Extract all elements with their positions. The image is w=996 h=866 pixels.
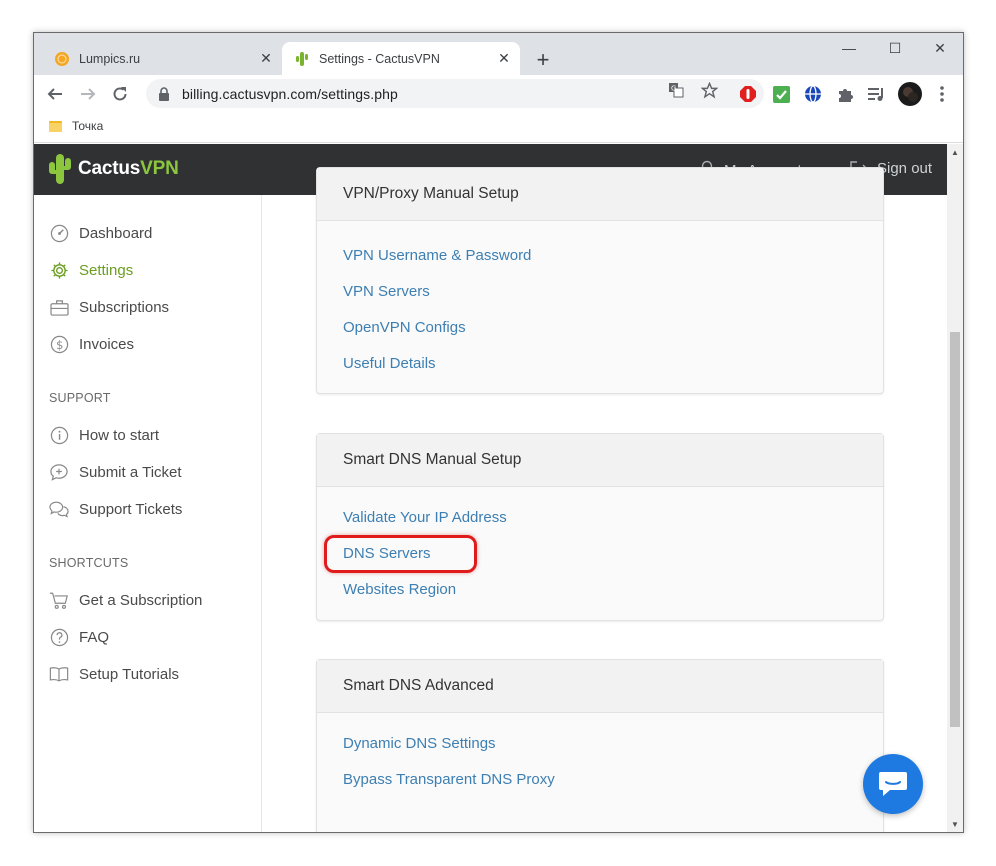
scroll-up-icon[interactable]: ▲	[947, 144, 963, 160]
link-vpn-servers[interactable]: VPN Servers	[343, 283, 430, 300]
svg-text:G: G	[671, 85, 676, 93]
close-window-button[interactable]: ✕	[917, 33, 963, 63]
sidebar-item-how-to-start[interactable]: How to start	[49, 425, 159, 445]
link-validate-ip[interactable]: Validate Your IP Address	[343, 509, 507, 526]
minimize-button[interactable]: —	[826, 33, 872, 63]
puzzle-icon[interactable]	[836, 85, 854, 103]
arrow-right-icon	[81, 88, 96, 100]
chat-plus-icon	[49, 462, 69, 482]
checkbox-extension-icon[interactable]	[772, 85, 790, 103]
sidebar-item-label: Settings	[79, 261, 134, 279]
star-icon[interactable]	[700, 81, 718, 99]
brand-name-part1: Cactus	[78, 158, 141, 179]
bookmark-label: Точка	[72, 119, 104, 133]
page-viewport: CactusVPN My Account ▼ Sign out Dashboar…	[34, 144, 947, 832]
browser-window: Lumpics.ru ✕ Settings - CactusVPN ✕ + — …	[33, 32, 964, 833]
sign-out-label: Sign out	[877, 160, 933, 177]
scrollbar-thumb[interactable]	[950, 332, 960, 727]
tab-close-icon[interactable]: ✕	[494, 49, 514, 69]
avatar[interactable]	[898, 82, 922, 106]
main-content: VPN/Proxy Manual Setup VPN Username & Pa…	[262, 167, 947, 832]
sidebar-heading-shortcuts: SHORTCUTS	[49, 556, 129, 570]
tab-strip: Lumpics.ru ✕ Settings - CactusVPN ✕ + — …	[34, 33, 963, 75]
bookmarks-bar: Точка	[34, 113, 963, 143]
kebab-menu-icon[interactable]	[933, 85, 951, 103]
card-title: Smart DNS Manual Setup	[317, 434, 883, 487]
tab-close-icon[interactable]: ✕	[256, 49, 276, 69]
chat-bubble-icon	[879, 772, 907, 796]
maximize-button[interactable]: ☐	[872, 33, 918, 63]
briefcase-icon	[49, 297, 69, 317]
link-dynamic-dns-settings[interactable]: Dynamic DNS Settings	[343, 735, 496, 752]
sidebar-item-faq[interactable]: FAQ	[49, 627, 109, 647]
sidebar-item-label: FAQ	[79, 628, 110, 646]
tab-title: Lumpics.ru	[79, 51, 141, 66]
sidebar-item-dashboard[interactable]: Dashboard	[49, 223, 152, 243]
sidebar-item-invoices[interactable]: $ Invoices	[49, 334, 134, 354]
tab-settings-cactusvpn[interactable]: Settings - CactusVPN ✕	[282, 42, 520, 75]
tab-lumpics[interactable]: Lumpics.ru ✕	[42, 42, 282, 75]
chat-button[interactable]	[863, 754, 923, 814]
sidebar-item-label: Subscriptions	[79, 298, 170, 316]
arrow-left-icon	[47, 88, 62, 100]
sidebar-item-label: Invoices	[79, 335, 135, 353]
sidebar-item-label: How to start	[79, 426, 160, 444]
reload-icon	[113, 87, 127, 101]
cart-icon	[49, 590, 69, 610]
tab-title: Settings - CactusVPN	[319, 51, 440, 66]
question-icon	[49, 627, 69, 647]
sidebar-item-submit-ticket[interactable]: Submit a Ticket	[49, 462, 182, 482]
translate-icon[interactable]: G	[667, 81, 685, 99]
sidebar-heading-support: SUPPORT	[49, 391, 111, 405]
info-icon	[49, 425, 69, 445]
media-queue-icon[interactable]	[868, 85, 886, 103]
sidebar-item-settings[interactable]: Settings	[49, 260, 133, 280]
adblock-icon[interactable]	[739, 85, 757, 103]
book-icon	[49, 664, 69, 684]
orange-circle-icon	[54, 51, 70, 67]
card-vpn-proxy-setup: VPN/Proxy Manual Setup VPN Username & Pa…	[316, 167, 884, 394]
back-button[interactable]	[41, 80, 69, 108]
bookmark-folder-tochka[interactable]: Точка	[49, 119, 103, 133]
cactus-icon	[294, 51, 310, 67]
link-websites-region[interactable]: Websites Region	[343, 581, 456, 598]
cactusvpn-logo[interactable]: CactusVPN	[48, 153, 179, 185]
brand-name-part2: VPN	[140, 158, 179, 179]
svg-text:$: $	[56, 337, 63, 351]
sidebar-item-subscriptions[interactable]: Subscriptions	[49, 297, 169, 317]
page-scrollbar[interactable]: ▲ ▼	[947, 144, 963, 832]
browser-toolbar: billing.cactusvpn.com/settings.php G	[34, 75, 963, 113]
sidebar-item-label: Get a Subscription	[79, 591, 203, 609]
link-useful-details[interactable]: Useful Details	[343, 355, 436, 372]
card-smart-dns-manual-setup: Smart DNS Manual Setup Validate Your IP …	[316, 433, 884, 621]
sidebar-item-label: Support Tickets	[79, 500, 183, 518]
new-tab-button[interactable]: +	[531, 47, 555, 72]
folder-icon	[49, 120, 62, 132]
link-openvpn-configs[interactable]: OpenVPN Configs	[343, 319, 466, 336]
globe-extension-icon[interactable]	[804, 85, 822, 103]
sidebar-item-label: Dashboard	[79, 224, 153, 242]
card-title: VPN/Proxy Manual Setup	[317, 168, 883, 221]
cactus-logo-icon	[49, 154, 71, 184]
url-text: billing.cactusvpn.com/settings.php	[182, 85, 398, 102]
scroll-down-icon[interactable]: ▼	[947, 816, 963, 832]
sidebar: Dashboard Settings Subscriptions $ Invoi…	[34, 195, 262, 832]
dashboard-icon	[49, 223, 69, 243]
forward-button[interactable]	[74, 80, 102, 108]
sidebar-item-label: Submit a Ticket	[79, 463, 182, 481]
dollar-icon: $	[49, 334, 69, 354]
link-vpn-username-password[interactable]: VPN Username & Password	[343, 247, 531, 264]
sidebar-item-setup-tutorials[interactable]: Setup Tutorials	[49, 664, 179, 684]
card-smart-dns-advanced: Smart DNS Advanced Dynamic DNS Settings …	[316, 659, 884, 832]
card-title: Smart DNS Advanced	[317, 660, 883, 713]
reload-button[interactable]	[106, 80, 134, 108]
sidebar-item-support-tickets[interactable]: Support Tickets	[49, 499, 182, 519]
dns-servers-highlight	[324, 535, 477, 573]
gear-icon	[49, 260, 69, 280]
sidebar-item-label: Setup Tutorials	[79, 665, 180, 683]
lock-icon	[158, 86, 172, 101]
chats-icon	[49, 499, 69, 519]
sidebar-item-get-subscription[interactable]: Get a Subscription	[49, 590, 202, 610]
link-bypass-transparent-dns-proxy[interactable]: Bypass Transparent DNS Proxy	[343, 771, 555, 788]
